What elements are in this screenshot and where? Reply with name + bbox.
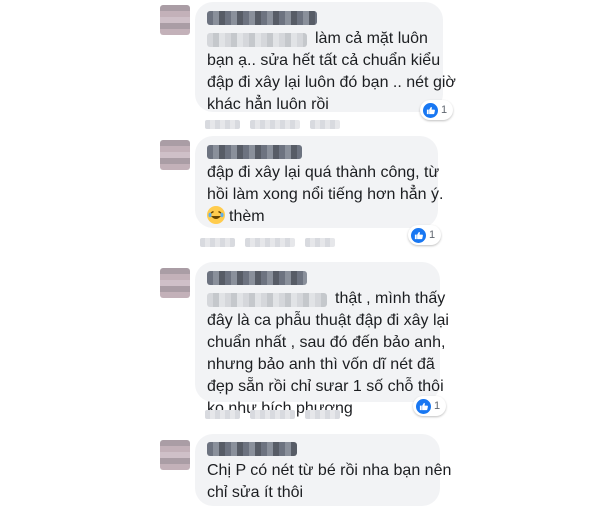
comment-actions-redacted[interactable]: [245, 238, 295, 247]
comment-text-line: chuẩn nhất , sau đó đến bảo anh,: [207, 334, 446, 351]
comment-actions-redacted[interactable]: [310, 120, 340, 129]
comment-text-line: Chị P có nét từ bé rồi nha bạn nên: [207, 462, 452, 479]
comment-actions-redacted[interactable]: [200, 238, 235, 247]
comment-text-line: thật , mình thấy: [335, 290, 446, 307]
comment-emoji-text: thèm: [229, 208, 265, 225]
reaction-count-text: 1: [429, 229, 436, 241]
laughing-tears-emoji-icon: [207, 206, 225, 224]
reaction-count[interactable]: 1: [408, 225, 442, 245]
reaction-count-text: 1: [441, 104, 448, 116]
avatar[interactable]: [160, 440, 190, 470]
comment-actions-redacted[interactable]: [305, 238, 335, 247]
comment-text-line: nhưng bảo anh thì vốn dĩ nét đã: [207, 356, 435, 373]
avatar[interactable]: [160, 5, 190, 35]
comment-actions-redacted[interactable]: [205, 410, 240, 419]
comment-actions-redacted[interactable]: [305, 410, 340, 419]
comment-text-line: đập đi xây lại luôn đó bạn .. nét giờ: [207, 74, 456, 91]
redacted-text: [207, 293, 327, 307]
redacted-text: [207, 33, 307, 47]
comment-bubble: thật , mình thấy đây là ca phẫu thuật đậ…: [195, 262, 449, 417]
comment-text-line: làm cả mặt luôn: [315, 30, 428, 47]
comment-text-line: chỉ sửa ít thôi: [207, 484, 304, 501]
comment-text-line: hồi làm xong nổi tiếng hơn hẳn ý.: [207, 186, 444, 203]
commenter-name-redacted[interactable]: [207, 442, 297, 456]
comment-text-line: đập đi xây lại quá thành công, từ: [207, 164, 440, 181]
reaction-count-text: 1: [434, 400, 441, 412]
commenter-name-redacted[interactable]: [207, 271, 307, 285]
thumbs-up-icon: [423, 102, 438, 118]
comment-bubble: làm cả mặt luôn bạn ạ.. sửa hết tất cả c…: [195, 2, 456, 113]
comment-bubble: đập đi xây lại quá thành công, từ hồi là…: [195, 136, 443, 228]
comment-bubble: Chị P có nét từ bé rồi nha bạn nên chỉ s…: [195, 434, 451, 506]
comment-text-line: đây là ca phẫu thuật đập đi xây lại: [207, 312, 449, 329]
comment-text-line: bạn ạ.. sửa hết tất cả chuẩn kiểu: [207, 52, 441, 69]
thumbs-up-icon: [411, 227, 426, 243]
commenter-name-redacted[interactable]: [207, 11, 317, 25]
comment-text-line: thèm: [207, 206, 265, 228]
comment-text-line: đẹp sẵn rồi chỉ sưar 1 số chỗ thôi: [207, 378, 444, 395]
thumbs-up-icon: [416, 398, 431, 414]
reaction-count[interactable]: 1: [413, 396, 447, 416]
reaction-count[interactable]: 1: [420, 100, 454, 120]
avatar[interactable]: [160, 140, 190, 170]
comment-actions-redacted[interactable]: [250, 120, 300, 129]
avatar[interactable]: [160, 268, 190, 298]
commenter-name-redacted[interactable]: [207, 145, 302, 159]
comment-actions-redacted[interactable]: [250, 410, 295, 419]
comment-actions-redacted[interactable]: [205, 120, 240, 129]
comment-thread: làm cả mặt luôn bạn ạ.. sửa hết tất cả c…: [150, 0, 456, 506]
comment-text-line: khác hẳn luôn rồi: [207, 96, 329, 113]
